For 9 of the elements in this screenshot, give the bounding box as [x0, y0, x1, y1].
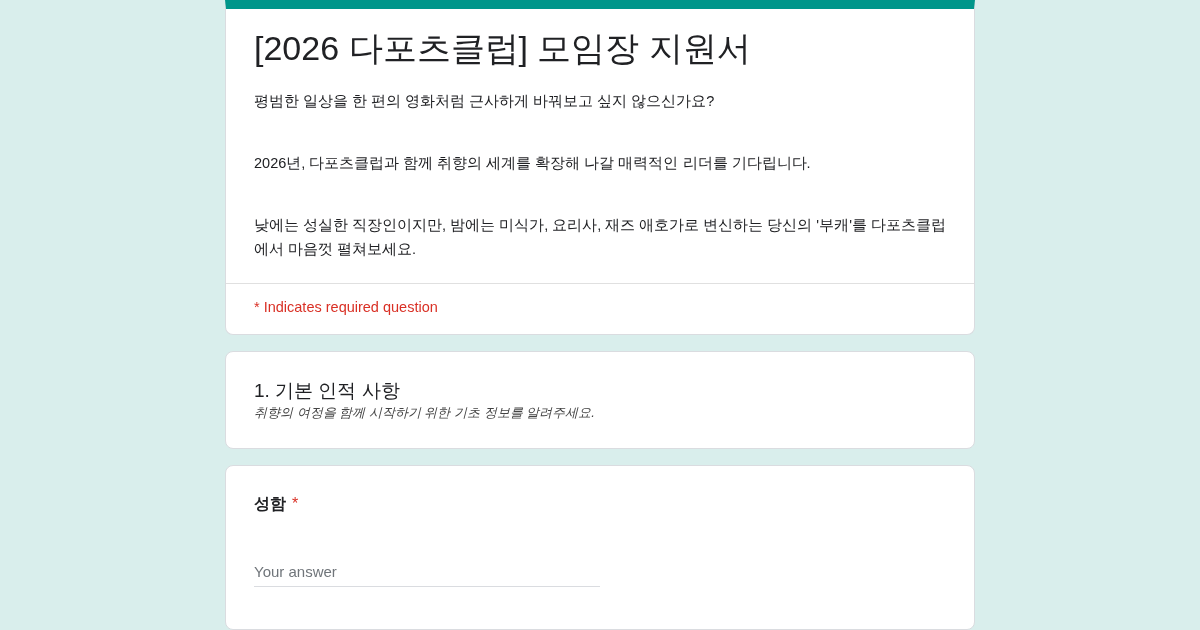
form-description: 낮에는 성실한 직장인이지만, 밤에는 미식가, 요리사, 재즈 애호가로 변신하는 당신의 '부캐'를 다포츠클럽에서 마음껏 펼쳐보세요.	[254, 216, 946, 259]
form-description: 2026년, 다포츠클럽과 함께 취향의 세계를 확장해 나갈 매력적인 리더를 기다립니다.	[254, 154, 812, 173]
section-subtitle: 취향의 여정을 함께 시작하기 위한 기초 정보를 알려주세요.	[254, 404, 596, 422]
required-mark: *	[292, 495, 299, 513]
form-title: [2026 다포츠클럽] 모임장 지원서	[254, 28, 752, 69]
question-label: 성함	[254, 494, 286, 514]
required-note: * Indicates required question	[254, 299, 438, 315]
section-title: 1. 기본 인적 사항	[254, 379, 401, 403]
form-description: 평범한 일상을 한 편의 영화처럼 근사하게 바꿔보고 싶지 않으신가요?	[254, 92, 716, 111]
